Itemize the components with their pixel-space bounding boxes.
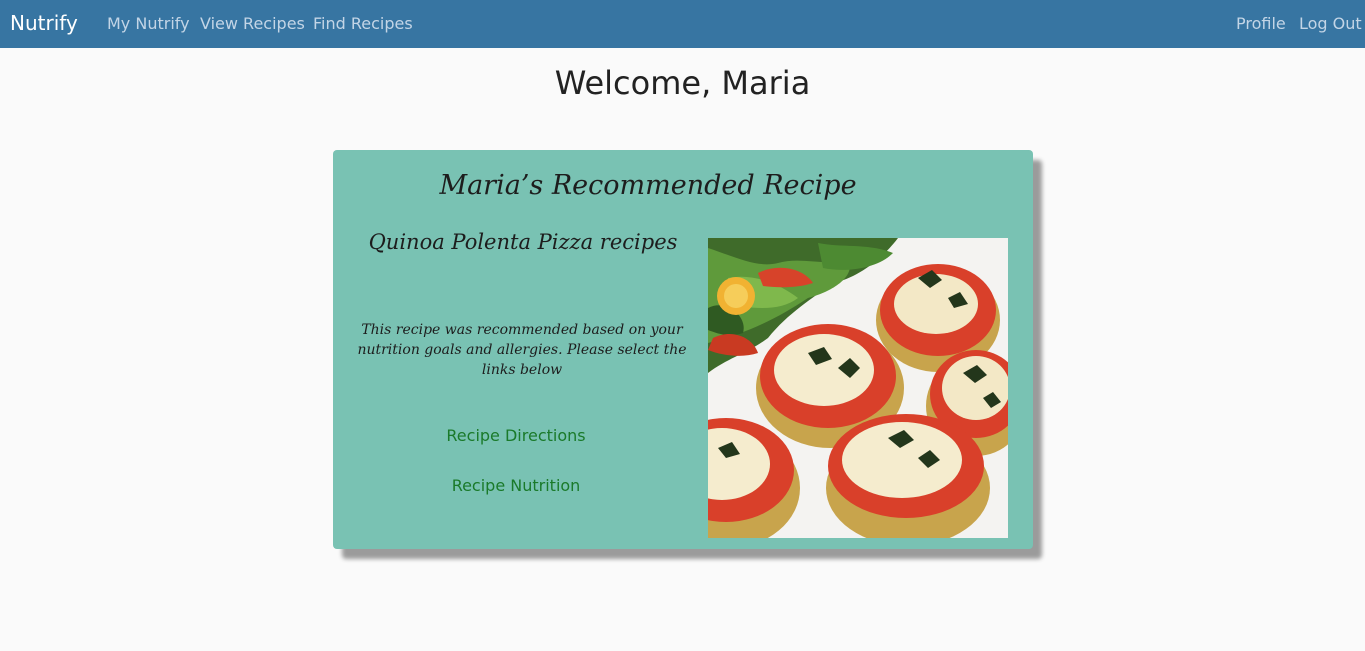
nav-find-recipes[interactable]: Find Recipes bbox=[313, 0, 413, 48]
recipe-name: Quinoa Polenta Pizza recipes bbox=[368, 230, 678, 254]
nav-log-out[interactable]: Log Out bbox=[1299, 0, 1362, 48]
nav-profile[interactable]: Profile bbox=[1236, 0, 1286, 48]
nav-view-recipes[interactable]: View Recipes bbox=[200, 0, 305, 48]
recipe-nutrition-link[interactable]: Recipe Nutrition bbox=[333, 476, 699, 495]
recommended-recipe-card: Maria’s Recommended Recipe Quinoa Polent… bbox=[333, 150, 1033, 549]
recipe-directions-link[interactable]: Recipe Directions bbox=[333, 426, 699, 445]
welcome-heading: Welcome, Maria bbox=[554, 64, 811, 102]
recipe-description: This recipe was recommended based on you… bbox=[357, 322, 687, 378]
recipe-photo bbox=[708, 238, 1008, 538]
brand-logo-link[interactable]: Nutrify bbox=[10, 0, 78, 48]
top-navbar: Nutrify My Nutrify View Recipes Find Rec… bbox=[0, 0, 1365, 48]
nav-my-nutrify[interactable]: My Nutrify bbox=[107, 0, 190, 48]
card-title: Maria’s Recommended Recipe bbox=[439, 170, 857, 201]
